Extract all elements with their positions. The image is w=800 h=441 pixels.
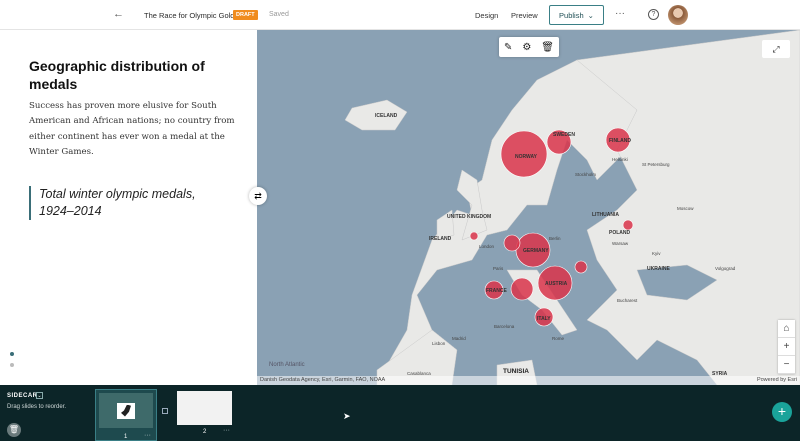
gear-icon[interactable]: ⚙ (522, 42, 531, 53)
svg-text:FINLAND: FINLAND (609, 138, 631, 144)
svg-text:Berlin: Berlin (549, 236, 561, 241)
zoom-in-button[interactable]: + (778, 338, 795, 356)
svg-text:Kyiv: Kyiv (652, 251, 661, 256)
map-caption-quote: Total winter olympic medals, 1924–2014 (29, 186, 229, 220)
bubble-switzerland (510, 277, 534, 301)
pencil-icon[interactable]: ✎ (504, 42, 512, 53)
svg-text:St Petersburg: St Petersburg (642, 162, 670, 167)
preview-button[interactable]: Preview (511, 11, 538, 20)
trash-icon[interactable]: 🗑 (541, 42, 554, 53)
sidecar-panel: Geographic distribution of medals Succes… (0, 30, 257, 385)
save-status: Saved (269, 11, 289, 18)
slide-thumbnail-2[interactable] (177, 391, 232, 425)
svg-text:Helsinki: Helsinki (612, 157, 628, 162)
map-toolbar: ✎ ⚙ 🗑 (499, 37, 559, 57)
bubble-poland (622, 219, 634, 231)
slide-map-thumbnail (99, 393, 153, 428)
top-bar: ← The Race for Olympic Gold DRAFT Saved … (0, 0, 800, 30)
back-arrow-icon[interactable]: ← (113, 8, 124, 20)
slide-more-button[interactable]: ··· (144, 432, 151, 439)
more-options-button[interactable]: ··· (615, 8, 625, 19)
svg-text:IRELAND: IRELAND (429, 236, 452, 242)
body-text: Success has proven more elusive for Sout… (29, 101, 235, 157)
powered-by-esri[interactable]: Powered by Esri (757, 376, 797, 385)
expand-icon[interactable]: ⤢ (762, 40, 790, 58)
design-button[interactable]: Design (475, 11, 498, 20)
swap-layout-icon[interactable]: ⇄ (249, 187, 267, 205)
svg-text:FRANCE: FRANCE (486, 288, 507, 294)
bubble-uk (469, 231, 479, 241)
svg-text:Rome: Rome (552, 336, 565, 341)
story-title[interactable]: The Race for Olympic Gold (144, 11, 234, 20)
svg-text:Madrid: Madrid (452, 336, 466, 341)
help-icon[interactable]: ? (648, 9, 659, 20)
tunisia-label: TUNISIA (503, 368, 529, 375)
svg-text:GERMANY: GERMANY (523, 248, 549, 254)
svg-text:Moscow: Moscow (677, 206, 694, 211)
sidecar-dropdown[interactable]: ⌄ (36, 392, 43, 399)
publish-button[interactable]: Publish ⌄ (549, 5, 604, 25)
zoom-out-button[interactable]: − (778, 356, 795, 374)
svg-text:NORWAY: NORWAY (515, 154, 538, 160)
duplicate-icon[interactable] (162, 408, 168, 414)
home-icon[interactable]: ⌂ (778, 320, 795, 338)
svg-text:London: London (479, 244, 495, 249)
section-heading: Geographic distribution of medals (29, 58, 205, 92)
draft-badge: DRAFT (233, 10, 258, 20)
svg-text:Bucharest: Bucharest (617, 298, 638, 303)
nav-dot[interactable] (10, 363, 14, 367)
map-thumbnail-icon (117, 402, 135, 419)
svg-text:POLAND: POLAND (609, 230, 631, 236)
nav-dot[interactable] (10, 352, 14, 356)
svg-text:Lisbon: Lisbon (432, 341, 446, 346)
svg-text:Barcelona: Barcelona (494, 324, 515, 329)
svg-text:UNITED KINGDOM: UNITED KINGDOM (447, 214, 491, 220)
chevron-down-icon: ⌄ (587, 10, 594, 20)
svg-text:AUSTRIA: AUSTRIA (545, 281, 568, 287)
attribution-text: Danish Geodata Agency, Esri, Garmin, FAO… (260, 377, 386, 383)
slide-number: 2 (203, 429, 207, 435)
svg-text:SWEDEN: SWEDEN (553, 132, 575, 138)
avatar[interactable] (668, 5, 688, 25)
svg-text:Paris: Paris (493, 266, 504, 271)
slide-number: 1 (124, 434, 128, 440)
zoom-controls: ⌂ + − (778, 320, 795, 374)
bubble-czech (574, 260, 588, 274)
slide-nav-dots (10, 352, 14, 374)
svg-text:North Atlantic: North Atlantic (269, 362, 305, 368)
map-view[interactable]: ICELAND NORWAY SWEDEN FINLAND UNITED KIN… (257, 30, 800, 385)
land (344, 30, 800, 385)
svg-text:Warsaw: Warsaw (612, 241, 629, 246)
svg-text:Volgograd: Volgograd (715, 266, 736, 271)
delete-trash-icon[interactable]: 🗑 (7, 423, 21, 437)
bubble-netherlands (503, 234, 521, 252)
mouse-cursor-icon: ➤ (343, 411, 351, 421)
slide-thumbnail-1[interactable]: 1 ··· (95, 389, 157, 441)
svg-text:LITHUANIA: LITHUANIA (592, 212, 619, 218)
sidecar-label: SIDECAR (7, 393, 38, 399)
svg-text:ITALY: ITALY (537, 316, 551, 322)
add-slide-button[interactable]: + (772, 402, 792, 422)
svg-text:Stockholm: Stockholm (575, 172, 596, 177)
publish-label: Publish (559, 10, 584, 20)
slide-builder: SIDECAR ⌄ Drag slides to reorder. 🗑 1 ··… (0, 385, 800, 441)
svg-text:ICELAND: ICELAND (375, 113, 398, 119)
svg-text:UKRAINE: UKRAINE (647, 266, 670, 272)
slide-more-button[interactable]: ··· (223, 427, 230, 434)
map-attribution: Danish Geodata Agency, Esri, Garmin, FAO… (257, 376, 800, 385)
drag-hint: Drag slides to reorder. (7, 404, 67, 410)
